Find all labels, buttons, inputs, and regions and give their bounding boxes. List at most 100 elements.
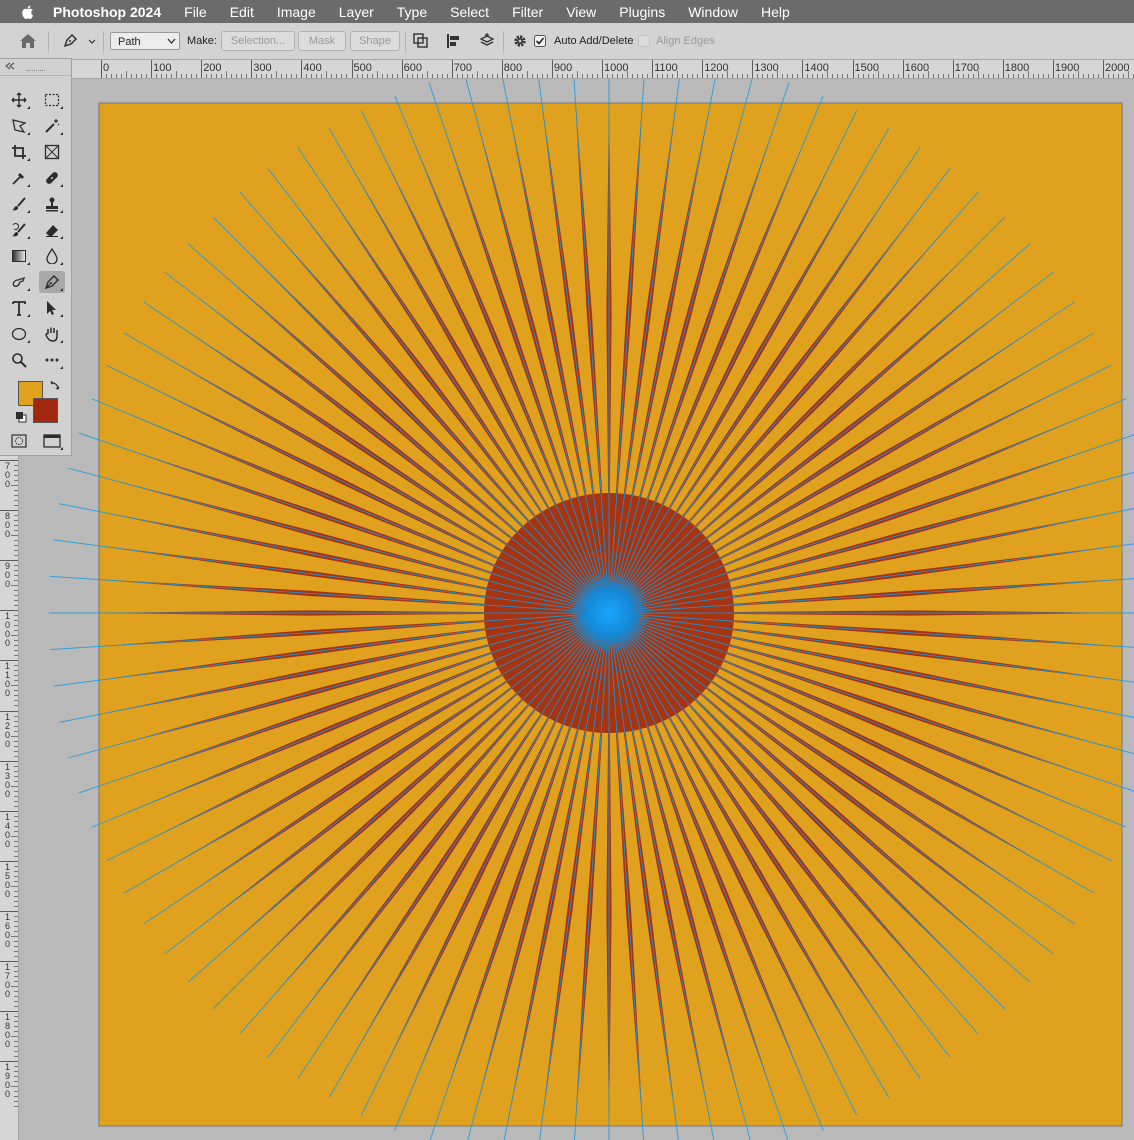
path-arrangement-icon[interactable] bbox=[476, 31, 498, 51]
frame-tool[interactable] bbox=[39, 141, 65, 163]
canvas-area[interactable] bbox=[19, 79, 1134, 1140]
marquee-tool[interactable] bbox=[39, 89, 65, 111]
zoom-tool[interactable] bbox=[6, 349, 32, 371]
hand-icon bbox=[45, 327, 58, 342]
ruler-label: 0 bbox=[103, 62, 110, 74]
ruler-label: 1400 bbox=[5, 811, 11, 849]
quick-mask-icon bbox=[11, 434, 27, 448]
separator bbox=[103, 31, 104, 53]
arrow-cursor-icon bbox=[47, 301, 56, 315]
brush-icon bbox=[12, 197, 26, 211]
collapse-icon[interactable] bbox=[5, 62, 15, 70]
eyedropper-icon bbox=[12, 173, 24, 185]
ruler-label: 1900 bbox=[5, 1062, 11, 1100]
menu-edit[interactable]: Edit bbox=[230, 4, 254, 20]
screen-mode-icon bbox=[43, 434, 61, 448]
ruler-label: 600 bbox=[403, 62, 422, 74]
tool-mode-select[interactable]: Path bbox=[110, 32, 180, 50]
eyedropper-tool[interactable] bbox=[6, 167, 32, 189]
brush-tool[interactable] bbox=[6, 193, 32, 215]
blur-tool[interactable] bbox=[39, 245, 65, 267]
path-selection-tool[interactable] bbox=[39, 297, 65, 319]
menu-window[interactable]: Window bbox=[688, 4, 738, 20]
ruler-tick bbox=[101, 60, 102, 78]
gear-icon[interactable] bbox=[509, 31, 531, 51]
ruler-label: 1300 bbox=[5, 761, 11, 799]
apple-icon[interactable] bbox=[19, 3, 37, 21]
ruler-label: 2000 bbox=[1105, 62, 1130, 74]
ruler-tick bbox=[702, 60, 704, 78]
ruler-tick bbox=[952, 60, 954, 78]
align-edges-checkbox[interactable] bbox=[636, 31, 652, 51]
path-alignment-icon[interactable] bbox=[443, 31, 465, 51]
swap-colors-icon[interactable] bbox=[49, 379, 61, 391]
move-tool[interactable] bbox=[6, 89, 32, 111]
ruler-tick bbox=[1002, 60, 1004, 78]
ruler-tick bbox=[551, 60, 553, 78]
more-tools[interactable] bbox=[39, 349, 65, 371]
separator bbox=[405, 31, 406, 53]
magic-wand-tool[interactable] bbox=[39, 115, 65, 137]
make-mask-button[interactable]: Mask bbox=[298, 31, 346, 51]
ruler-tick bbox=[852, 60, 854, 78]
screen-mode-tool[interactable] bbox=[39, 430, 65, 452]
menu-filter[interactable]: Filter bbox=[512, 4, 543, 20]
ruler-tick bbox=[902, 60, 904, 78]
quick-mask-tool[interactable] bbox=[6, 430, 32, 452]
menu-select[interactable]: Select bbox=[450, 4, 489, 20]
lasso-tool[interactable] bbox=[6, 115, 32, 137]
tools-panel-header[interactable] bbox=[0, 59, 71, 76]
ruler-tick bbox=[401, 60, 403, 78]
ruler-label: 500 bbox=[353, 62, 372, 74]
smudge-tool[interactable] bbox=[6, 271, 32, 293]
magic-wand-icon bbox=[45, 119, 60, 133]
menu-image[interactable]: Image bbox=[277, 4, 316, 20]
home-icon[interactable] bbox=[17, 31, 39, 51]
ruler-label: 1200 bbox=[5, 711, 11, 749]
healing-brush-tool[interactable] bbox=[39, 167, 65, 189]
pen-tool[interactable] bbox=[39, 271, 65, 293]
menu-view[interactable]: View bbox=[566, 4, 596, 20]
document-canvas[interactable] bbox=[19, 79, 1134, 1140]
menu-type[interactable]: Type bbox=[397, 4, 427, 20]
align-edges-label: Align Edges bbox=[656, 35, 715, 47]
auto-add-delete-checkbox[interactable] bbox=[532, 31, 548, 51]
gradient-tool[interactable] bbox=[6, 245, 32, 267]
smudge-icon bbox=[12, 276, 26, 287]
crop-tool[interactable] bbox=[6, 141, 32, 163]
hand-tool[interactable] bbox=[39, 323, 65, 345]
ruler-label: 1000 bbox=[5, 611, 11, 649]
type-tool[interactable] bbox=[6, 297, 32, 319]
menu-file[interactable]: File bbox=[184, 4, 207, 20]
ellipse-tool[interactable] bbox=[6, 323, 32, 345]
ruler-label: 1000 bbox=[604, 62, 629, 74]
ruler-tick bbox=[351, 60, 353, 78]
ruler-label: 1600 bbox=[904, 62, 930, 74]
tool-mode-value: Path bbox=[118, 36, 141, 48]
menu-plugins[interactable]: Plugins bbox=[619, 4, 665, 20]
tools-panel bbox=[0, 58, 72, 456]
tool-preset-picker[interactable] bbox=[58, 31, 98, 51]
ruler-label: 1100 bbox=[5, 661, 11, 699]
clone-stamp-tool[interactable] bbox=[39, 193, 65, 215]
ruler-label: 1500 bbox=[5, 861, 11, 899]
default-colors-icon[interactable] bbox=[15, 411, 27, 423]
history-brush-icon bbox=[12, 222, 26, 237]
ruler-tick bbox=[802, 60, 804, 78]
menu-layer[interactable]: Layer bbox=[339, 4, 374, 20]
app-name-menu[interactable]: Photoshop 2024 bbox=[53, 4, 161, 20]
ruler-label: 1900 bbox=[1054, 62, 1080, 74]
eraser-tool[interactable] bbox=[39, 219, 65, 241]
menu-help[interactable]: Help bbox=[761, 4, 790, 20]
make-selection-button[interactable]: Selection... bbox=[221, 31, 295, 51]
gradient-icon bbox=[12, 250, 26, 262]
path-operations-icon[interactable] bbox=[410, 31, 432, 51]
move-icon bbox=[11, 92, 27, 108]
background-color-swatch[interactable] bbox=[33, 398, 58, 423]
history-brush-tool[interactable] bbox=[6, 219, 32, 241]
ruler-label: 100 bbox=[153, 62, 172, 74]
horizontal-ruler[interactable]: 0 100 200 300 400 500 600 700 800 900 1000 1100 1200… bbox=[18, 60, 1134, 79]
separator bbox=[503, 31, 504, 53]
make-shape-button[interactable]: Shape bbox=[350, 31, 400, 51]
ruler-tick bbox=[201, 60, 203, 78]
